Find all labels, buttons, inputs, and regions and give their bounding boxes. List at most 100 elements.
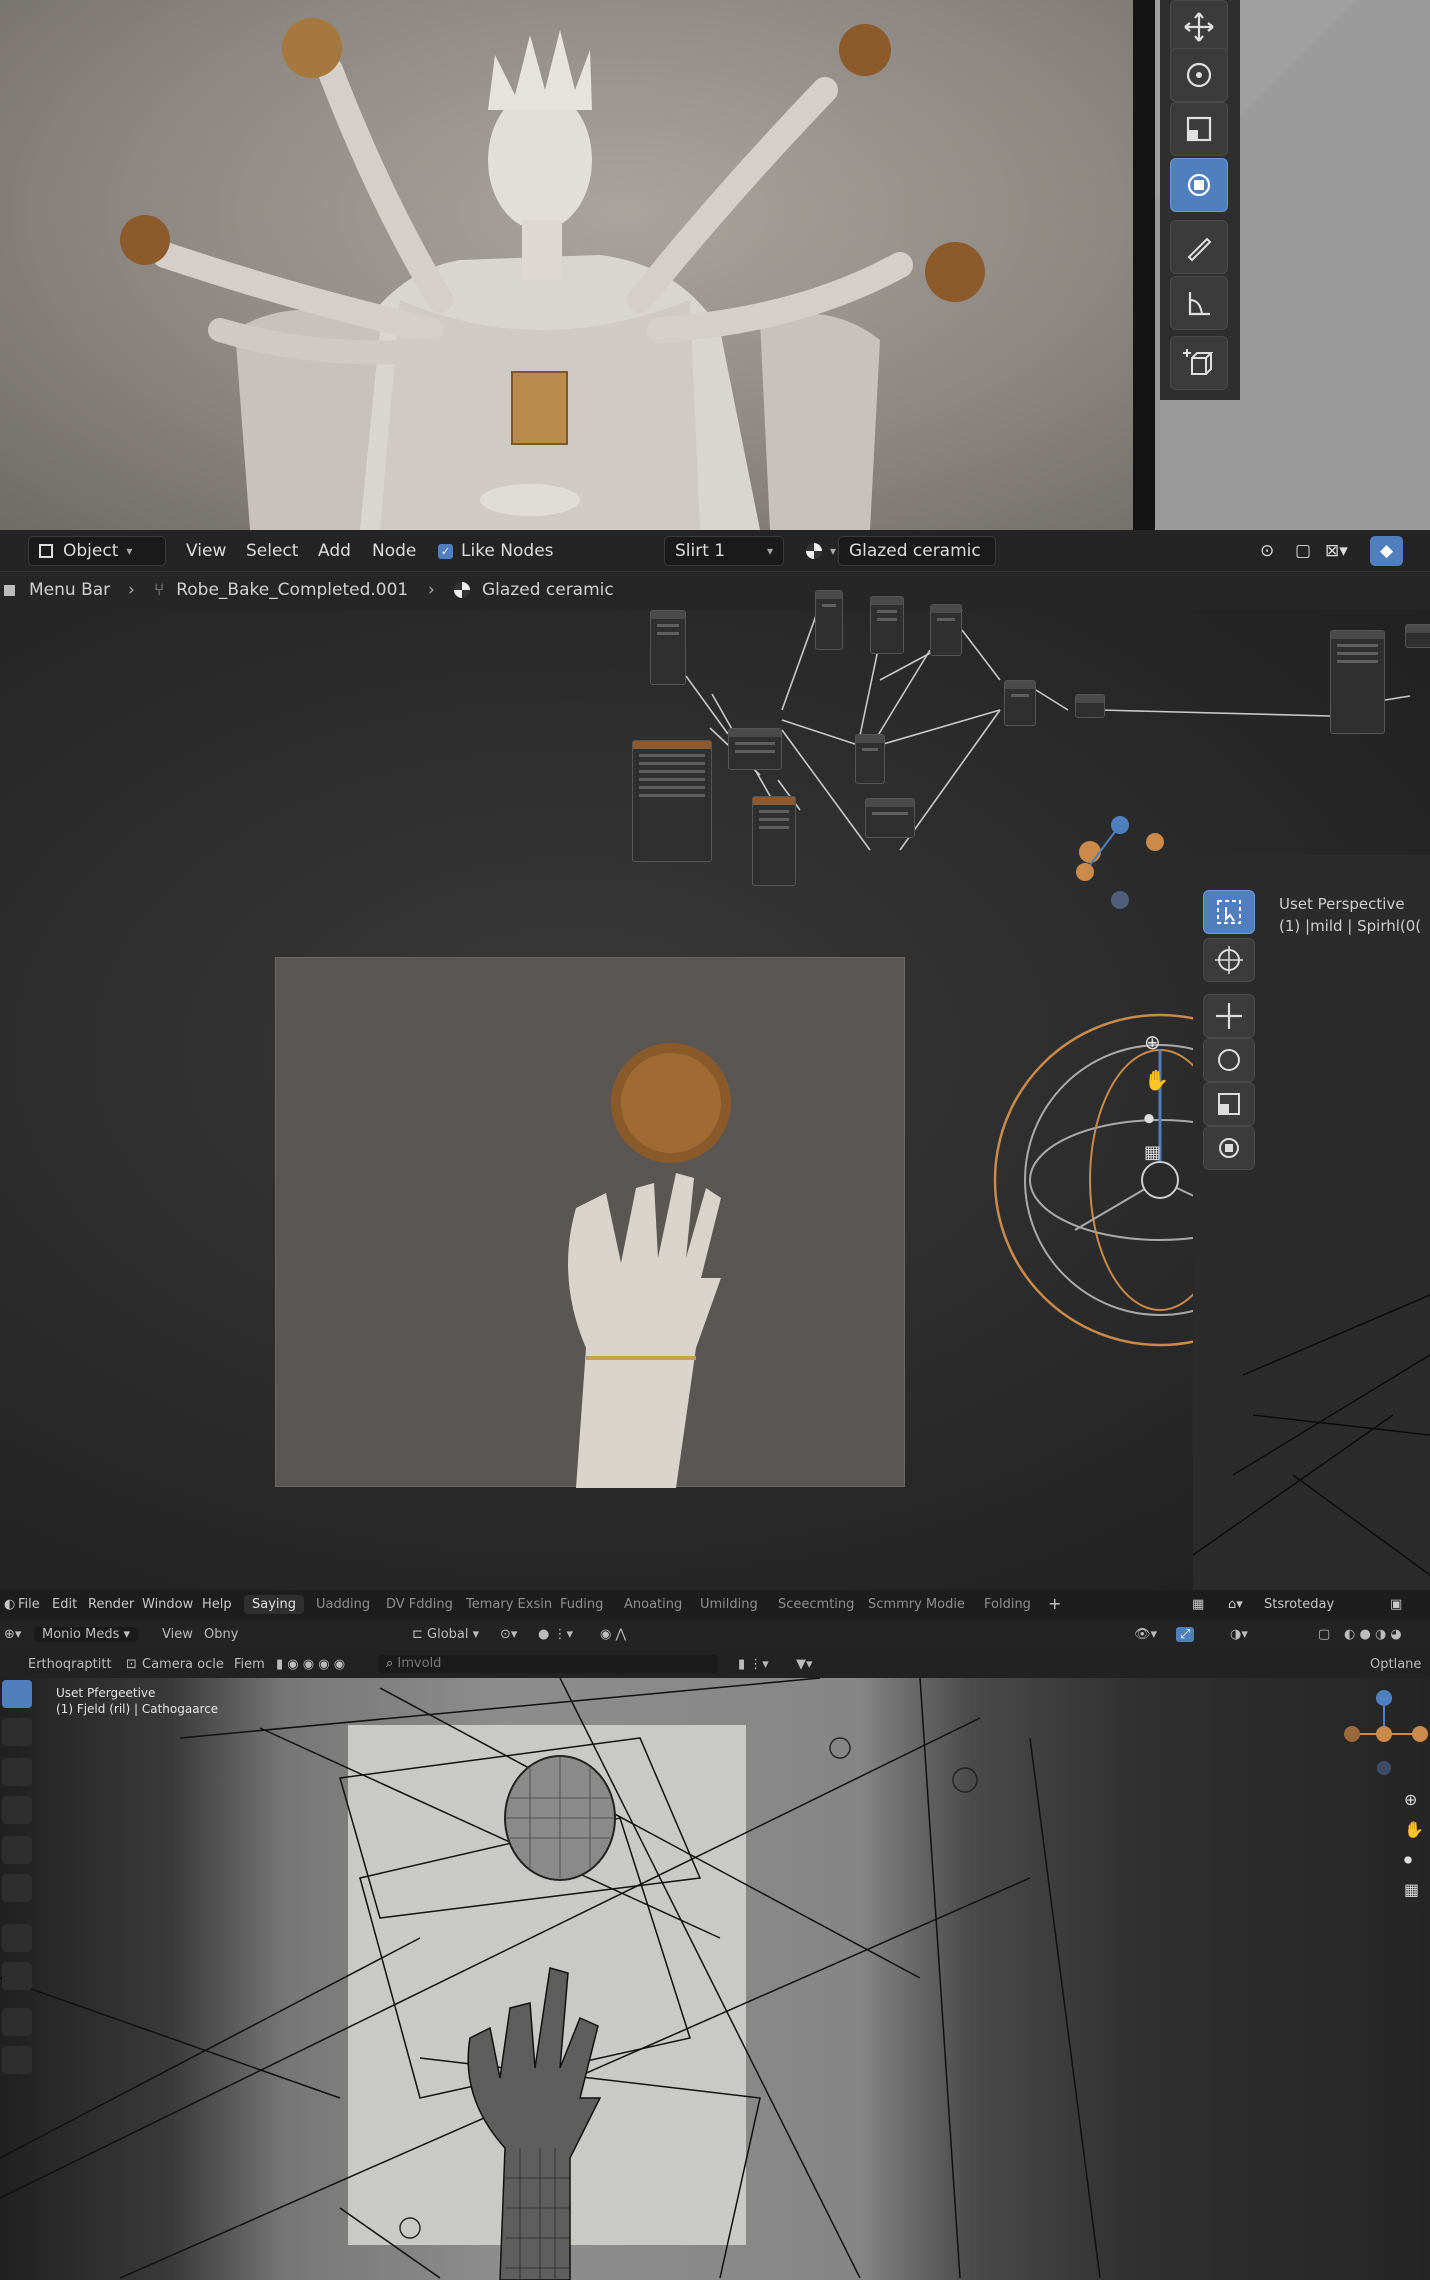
transform-tool-button[interactable] bbox=[1170, 158, 1228, 212]
workspace-tab[interactable]: Folding bbox=[976, 1595, 1039, 1614]
transform-icon[interactable] bbox=[2, 1874, 32, 1902]
pan-hand-icon[interactable]: ✋ bbox=[1404, 1820, 1424, 1839]
like-nodes-checkbox[interactable]: ✓ Like Nodes bbox=[428, 536, 564, 566]
snap-icon[interactable]: ● ⋮▾ bbox=[538, 1627, 573, 1642]
overlay-toggle-icon[interactable]: ◑▾ bbox=[1230, 1627, 1248, 1642]
add-workspace-button[interactable]: + bbox=[1048, 1594, 1061, 1613]
node-canvas[interactable]: ⊕ ✋ ⏺ ▦ Uset Perspective (1) |mild | Spi… bbox=[0, 590, 1430, 1590]
measure-icon[interactable] bbox=[2, 1962, 32, 1990]
slot-dropdown[interactable]: Slirt 1 ▾ bbox=[664, 536, 784, 566]
move-icon[interactable] bbox=[2, 1758, 32, 1786]
shader-node[interactable] bbox=[930, 604, 962, 656]
workspace-tab[interactable]: Temary Exsin bbox=[458, 1595, 560, 1614]
breadcrumb-menu-bar[interactable]: Menu Bar bbox=[4, 580, 110, 600]
annotate-icon[interactable] bbox=[2, 1924, 32, 1952]
shader-node[interactable] bbox=[1405, 624, 1430, 648]
scene-icon[interactable]: ▦ bbox=[1192, 1597, 1204, 1612]
material-output-node[interactable] bbox=[1330, 630, 1385, 734]
navigation-gizmo[interactable] bbox=[1060, 810, 1180, 910]
workspace-tab[interactable]: Sceecmting bbox=[770, 1595, 862, 1614]
grid-icon[interactable]: ▦ bbox=[1144, 1142, 1161, 1163]
breadcrumb-material[interactable]: Glazed ceramic bbox=[454, 580, 614, 600]
zoom-icon[interactable]: ⊕ bbox=[1144, 1030, 1161, 1054]
rotate-tool-button[interactable] bbox=[1170, 48, 1228, 102]
bookmark-icon[interactable]: ▮ ⋮▾ bbox=[738, 1657, 769, 1672]
breadcrumb-object[interactable]: ⑂ Robe_Bake_Completed.001 bbox=[154, 580, 408, 600]
shading-modes-icon[interactable]: ◐ ● ◑ ◕ bbox=[1344, 1627, 1402, 1642]
add-cube-tool-button[interactable] bbox=[1170, 336, 1228, 390]
search-input[interactable]: ⌕ Imvold bbox=[378, 1655, 718, 1673]
menu-view[interactable]: View bbox=[176, 536, 236, 566]
filter-funnel-icon[interactable]: ▼▾ bbox=[796, 1657, 813, 1672]
view-mode-label[interactable]: Erthoqraptitt bbox=[28, 1657, 112, 1672]
measure-tool-button[interactable] bbox=[1170, 276, 1228, 330]
scale-tool-button[interactable] bbox=[1203, 1082, 1255, 1126]
shader-node[interactable] bbox=[870, 596, 904, 654]
menu-node[interactable]: Node bbox=[362, 536, 426, 566]
workspace-tab[interactable]: Scmmry Modie bbox=[860, 1595, 973, 1614]
move-tool-button[interactable] bbox=[1203, 994, 1255, 1038]
overlay-toggle-icon[interactable]: ◆ bbox=[1370, 536, 1404, 566]
visibility-icon[interactable]: 👁▾ bbox=[1134, 1627, 1157, 1642]
workspace-tab[interactable]: Umilding bbox=[692, 1595, 766, 1614]
rotate-icon[interactable] bbox=[2, 1796, 32, 1824]
shader-node[interactable] bbox=[1004, 680, 1036, 726]
cursor-tool-button[interactable] bbox=[1203, 938, 1255, 982]
shader-node[interactable] bbox=[752, 796, 796, 886]
pivot-icon[interactable]: ⊙▾ bbox=[500, 1627, 517, 1642]
scene-name[interactable]: Stsroteday bbox=[1264, 1597, 1334, 1612]
menu-help[interactable]: Help bbox=[202, 1597, 232, 1612]
transform-tool-button[interactable] bbox=[1203, 1126, 1255, 1170]
view-layer-icon[interactable]: ▣ bbox=[1390, 1597, 1402, 1612]
camera-icon[interactable]: ⏺ bbox=[1144, 1106, 1154, 1130]
menu-view[interactable]: View bbox=[162, 1627, 193, 1642]
workspace-tab[interactable]: Fuding bbox=[552, 1595, 611, 1614]
shader-node[interactable] bbox=[855, 734, 885, 784]
navigation-gizmo[interactable] bbox=[1330, 1682, 1430, 1782]
scale-tool-button[interactable] bbox=[1170, 102, 1228, 156]
menu-file[interactable]: File bbox=[18, 1597, 40, 1612]
select-box-tool-button[interactable] bbox=[1203, 890, 1255, 934]
blender-logo-icon[interactable]: ◐ bbox=[4, 1597, 15, 1612]
move-tool-button[interactable] bbox=[1170, 0, 1228, 54]
menu-render[interactable]: Render bbox=[88, 1597, 134, 1612]
shader-node[interactable] bbox=[650, 610, 686, 685]
xray-icon[interactable]: ▢ bbox=[1318, 1627, 1330, 1642]
overlay-dropdown[interactable]: Optlane bbox=[1370, 1657, 1421, 1672]
pin-icon[interactable]: ⊙ bbox=[1250, 536, 1284, 566]
proportional-edit-icon[interactable]: ◉ ⋀ bbox=[600, 1627, 626, 1642]
add-cube-icon[interactable] bbox=[2, 2008, 32, 2036]
zoom-icon[interactable]: ⊕ bbox=[1404, 1790, 1417, 1809]
workspace-tab[interactable]: Saying bbox=[244, 1595, 305, 1614]
orientation-dropdown[interactable]: ⊏ Global ▾ bbox=[412, 1627, 479, 1642]
scene-selector-icon[interactable]: ⌂▾ bbox=[1228, 1597, 1243, 1612]
material-name-field[interactable]: Glazed ceramic bbox=[838, 536, 996, 566]
camera-label[interactable]: Camera ocle bbox=[142, 1657, 224, 1672]
annotate-tool-button[interactable] bbox=[1170, 220, 1228, 274]
filter-icons[interactable]: ▮ ◉ ◉ ◉ ◉ bbox=[276, 1657, 345, 1672]
workspace-tab[interactable]: Uadding bbox=[308, 1595, 378, 1614]
grid-icon[interactable]: ▦ bbox=[1404, 1880, 1419, 1899]
add-object-icon[interactable] bbox=[2, 2046, 32, 2074]
camera-icon[interactable]: ⏺ bbox=[1404, 1850, 1412, 1870]
menu-add[interactable]: Add bbox=[308, 536, 361, 566]
menu-edit[interactable]: Edit bbox=[52, 1597, 77, 1612]
editor-type-dropdown[interactable]: Object ▾ bbox=[28, 536, 166, 566]
menu-window[interactable]: Window bbox=[142, 1597, 193, 1612]
menu-select[interactable]: Select bbox=[236, 536, 308, 566]
shader-node[interactable] bbox=[865, 798, 915, 838]
cursor-icon[interactable] bbox=[2, 1718, 32, 1746]
gizmo-toggle-icon[interactable]: ⤢ bbox=[1176, 1627, 1195, 1642]
workspace-tab[interactable]: Anoating bbox=[616, 1595, 690, 1614]
scale-icon[interactable] bbox=[2, 1836, 32, 1864]
shader-node[interactable] bbox=[728, 728, 782, 770]
workspace-tab[interactable]: DV Fdding bbox=[378, 1595, 461, 1614]
image-texture-node[interactable] bbox=[632, 740, 712, 862]
shader-node[interactable] bbox=[1075, 694, 1105, 718]
fiem-label[interactable]: Fiem bbox=[234, 1657, 265, 1672]
editor-type-icon[interactable]: ⊕▾ bbox=[4, 1627, 21, 1642]
mode-dropdown[interactable]: Monio Meds ▾ bbox=[34, 1627, 139, 1642]
menu-object[interactable]: Obny bbox=[204, 1627, 238, 1642]
rotate-tool-button[interactable] bbox=[1203, 1038, 1255, 1082]
shader-node[interactable] bbox=[815, 590, 843, 650]
